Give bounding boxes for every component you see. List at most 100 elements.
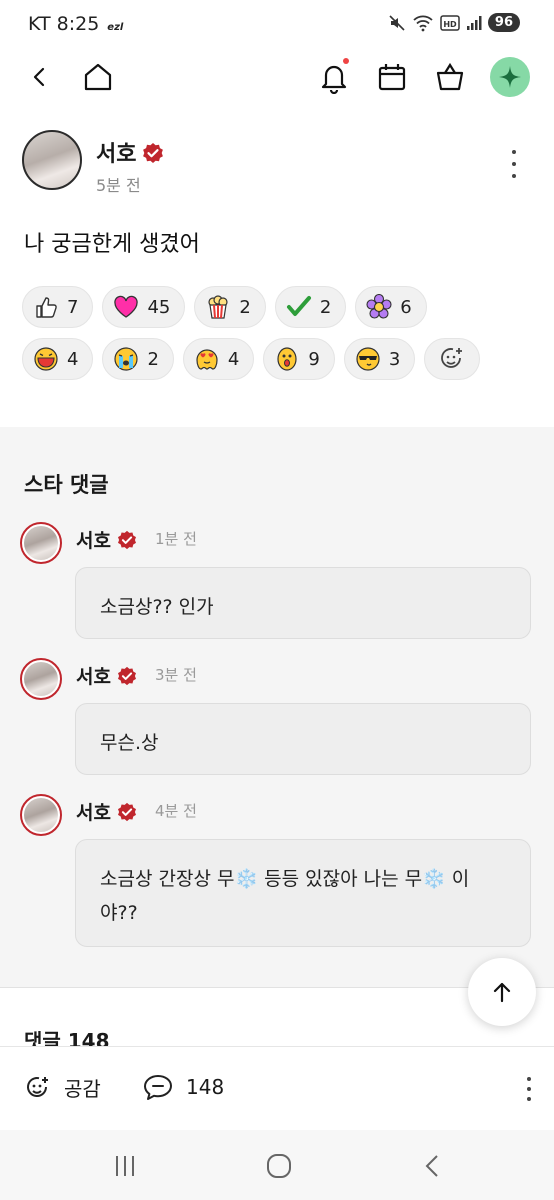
reaction-heart-eyes[interactable]: 4	[182, 338, 255, 380]
reaction-count: 2	[239, 296, 251, 318]
reaction-surprised[interactable]: 9	[263, 338, 335, 380]
comment-time: 1분 전	[155, 530, 197, 548]
like-button[interactable]: 공감	[24, 1073, 101, 1102]
crying-face-icon	[114, 347, 139, 371]
verified-badge-icon	[143, 143, 164, 163]
reaction-row: 4 2 4 9 3	[22, 338, 532, 380]
more-dot-icon	[527, 1077, 531, 1081]
reaction-count: 4	[227, 348, 240, 370]
comment-author: 서호	[76, 802, 111, 824]
sparkle-icon	[499, 66, 521, 88]
reaction-count: 45	[147, 296, 171, 318]
reaction-count: 2	[319, 296, 332, 318]
comment-author: 서호	[76, 530, 111, 552]
heart-eyes-face-icon	[196, 349, 218, 370]
scroll-to-top-button[interactable]	[468, 958, 536, 1026]
comment-avatar[interactable]	[20, 522, 62, 564]
comment-bubble: 소금상?? 인가	[75, 567, 531, 639]
post-more-button[interactable]	[504, 150, 524, 178]
more-dot-icon	[512, 150, 516, 154]
reaction-count: 2	[147, 348, 159, 370]
wifi-icon	[413, 15, 433, 31]
reaction-count: 7	[67, 296, 79, 318]
reaction-count: 3	[388, 348, 401, 370]
verified-badge-icon	[117, 530, 136, 550]
comments-header: 댓글 148	[24, 1029, 110, 1047]
post-body: 나 궁금한게 생겼어	[24, 232, 200, 257]
thumbs-up-icon	[36, 297, 57, 318]
bell-icon	[321, 65, 347, 94]
home-icon	[84, 63, 112, 91]
mute-icon	[389, 14, 405, 31]
reaction-row: 7 45 2 2 6	[22, 286, 532, 328]
system-home-button[interactable]	[264, 1152, 294, 1180]
more-dot-icon	[527, 1097, 531, 1101]
reaction-popcorn[interactable]: 2	[194, 286, 266, 328]
comment-bubble: 무슨.상	[75, 703, 531, 775]
home-circle-icon	[267, 1154, 291, 1178]
reaction-flower[interactable]: 6	[355, 286, 427, 328]
shopping-bag-icon	[436, 62, 464, 91]
top-navigation	[0, 52, 554, 102]
comment-author-row: 서호	[76, 798, 137, 825]
comment-count: 148	[186, 1075, 225, 1099]
reaction-heart[interactable]: 45	[102, 286, 186, 328]
check-icon	[286, 296, 311, 316]
star-profile-button[interactable]	[488, 52, 532, 102]
comment-avatar[interactable]	[20, 658, 62, 700]
comment-author-row: 서호	[76, 526, 137, 553]
comment-time: 4분 전	[155, 802, 197, 820]
shop-button[interactable]	[428, 52, 472, 102]
action-more-button[interactable]	[526, 1077, 532, 1101]
signal-icon	[466, 15, 482, 30]
arrow-up-icon	[493, 982, 511, 1003]
reaction-thumbs-up[interactable]: 7	[22, 286, 94, 328]
system-navigation-bar	[0, 1130, 554, 1200]
recent-apps-button[interactable]	[110, 1152, 140, 1180]
carrier-time: KT 8:25	[28, 13, 100, 35]
reaction-count: 6	[400, 296, 412, 318]
reaction-check[interactable]: 2	[274, 286, 347, 328]
author-avatar[interactable]	[22, 130, 82, 190]
comment-time: 3분 전	[155, 666, 197, 684]
star-comments-title: 스타 댓글	[24, 473, 109, 497]
author-name: 서호	[96, 142, 137, 167]
reaction-list: 7 45 2 2 6 4 2 4 9 3	[22, 286, 532, 390]
reaction-laughing[interactable]: 4	[22, 338, 94, 380]
star-comments-section: 스타 댓글 서호 1분 전 소금상?? 인가 서호 3분 전 무슨.상 서호 4…	[0, 427, 554, 987]
more-dot-icon	[527, 1087, 531, 1091]
popcorn-icon	[208, 295, 228, 319]
calendar-icon	[378, 64, 406, 91]
comment-button[interactable]: 148	[142, 1073, 224, 1101]
add-emoji-icon	[27, 1076, 48, 1097]
notification-dot	[343, 58, 349, 64]
calendar-button[interactable]	[370, 52, 414, 102]
battery-indicator: 96	[487, 13, 520, 32]
home-button[interactable]	[76, 52, 120, 102]
reaction-sunglasses[interactable]: 3	[343, 338, 416, 380]
add-emoji-icon	[441, 348, 463, 368]
more-dot-icon	[512, 174, 516, 178]
chevron-left-icon	[33, 67, 45, 87]
hd-icon: HD	[440, 14, 460, 31]
back-button[interactable]	[18, 52, 62, 102]
post-time: 5분 전	[96, 176, 141, 195]
reaction-count: 4	[67, 348, 79, 370]
notifications-button[interactable]	[312, 52, 356, 102]
comment-avatar[interactable]	[20, 794, 62, 836]
more-dot-icon	[512, 162, 516, 166]
reaction-crying[interactable]: 2	[102, 338, 174, 380]
heart-icon	[114, 295, 139, 318]
flower-icon	[366, 294, 392, 319]
surprised-face-icon	[277, 347, 297, 371]
verified-badge-icon	[117, 802, 136, 822]
svg-text:HD: HD	[443, 20, 457, 29]
back-arrow-icon	[425, 1155, 438, 1177]
laughing-face-icon	[34, 347, 58, 371]
status-tag: ezl	[107, 22, 124, 33]
status-bar: KT 8:25 ezl HD 96	[0, 0, 554, 50]
comment-bubble: 소금상 간장상 무❄️ 등등 있잖아 나는 무❄️ 이야??	[75, 839, 531, 947]
recent-apps-icon	[116, 1156, 134, 1176]
add-reaction-button[interactable]	[424, 338, 481, 380]
system-back-button[interactable]	[418, 1152, 448, 1180]
